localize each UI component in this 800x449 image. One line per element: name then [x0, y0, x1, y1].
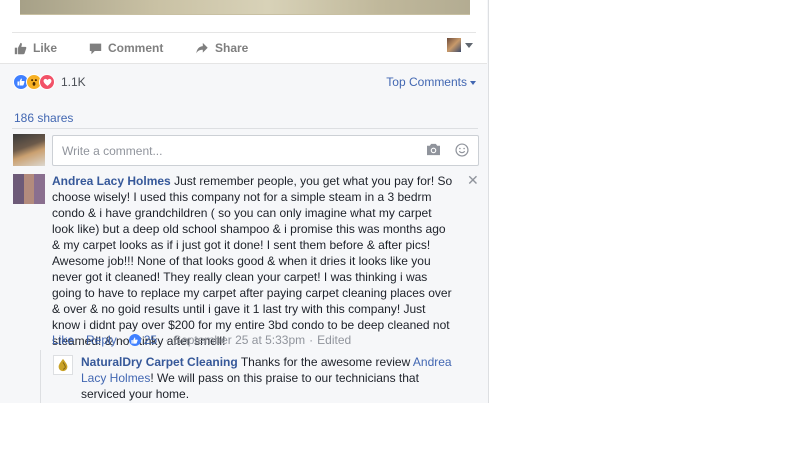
emoji-icon[interactable]: [455, 143, 469, 157]
avatar[interactable]: [13, 134, 45, 166]
edited-label[interactable]: Edited: [317, 333, 351, 347]
reply-author[interactable]: NaturalDry Carpet Cleaning: [81, 355, 238, 369]
divider: [12, 128, 478, 129]
share-as-avatar[interactable]: [447, 38, 461, 52]
comment-text: Just remember people, you get what you p…: [52, 174, 453, 348]
comment-like-link[interactable]: Like: [52, 333, 74, 347]
share-label: Share: [215, 41, 249, 55]
shares-count[interactable]: 186 shares: [14, 111, 73, 125]
reply-thread-line: [40, 350, 41, 403]
avatar[interactable]: [13, 174, 46, 204]
like-badge-icon: [128, 334, 141, 346]
avatar[interactable]: [53, 355, 73, 375]
comment-reply-link[interactable]: Reply: [86, 333, 117, 347]
company-logo-icon: [58, 358, 68, 372]
post-panel: Like Comment Share 1.1K Top Comments 186…: [0, 0, 489, 403]
share-button[interactable]: Share: [195, 40, 248, 56]
separator-dot: ·: [309, 333, 314, 347]
post-card: Like Comment Share: [0, 0, 487, 64]
reply-text: Thanks for the awesome review: [240, 355, 411, 369]
comment-meta: Like · Reply · 25 · September 25 at 5:33…: [52, 333, 351, 347]
thumbs-up-icon: [14, 42, 27, 54]
separator-dot: ·: [78, 333, 83, 347]
post-photo[interactable]: [20, 0, 470, 15]
speech-bubble-icon: [89, 43, 102, 54]
comment-input[interactable]: [60, 143, 404, 159]
separator-dot: ·: [120, 333, 125, 347]
chevron-down-icon[interactable]: [465, 43, 473, 48]
reaction-count: 1.1K: [61, 75, 86, 89]
like-label: Like: [33, 41, 58, 55]
top-comments-dropdown[interactable]: Top Comments: [386, 75, 476, 89]
comment-like-count[interactable]: 25: [144, 333, 157, 347]
reaction-summary[interactable]: 1.1K: [13, 74, 86, 90]
reply-body: NaturalDry Carpet Cleaning Thanks for th…: [81, 354, 461, 402]
comment-composer[interactable]: [52, 135, 479, 166]
comment-author[interactable]: Andrea Lacy Holmes: [52, 174, 171, 188]
comment-button[interactable]: Comment: [89, 40, 163, 56]
camera-icon[interactable]: [426, 143, 441, 156]
divider: [12, 32, 476, 33]
like-button[interactable]: Like: [14, 40, 57, 56]
comment-label: Comment: [108, 41, 164, 55]
share-arrow-icon: [196, 42, 208, 53]
separator-dot: ·: [165, 333, 170, 347]
close-icon[interactable]: ✕: [467, 172, 479, 189]
love-reaction-icon: [39, 74, 55, 90]
comment-body: Andrea Lacy Holmes Just remember people,…: [52, 173, 456, 349]
comment-timestamp[interactable]: September 25 at 5:33pm: [173, 333, 305, 347]
